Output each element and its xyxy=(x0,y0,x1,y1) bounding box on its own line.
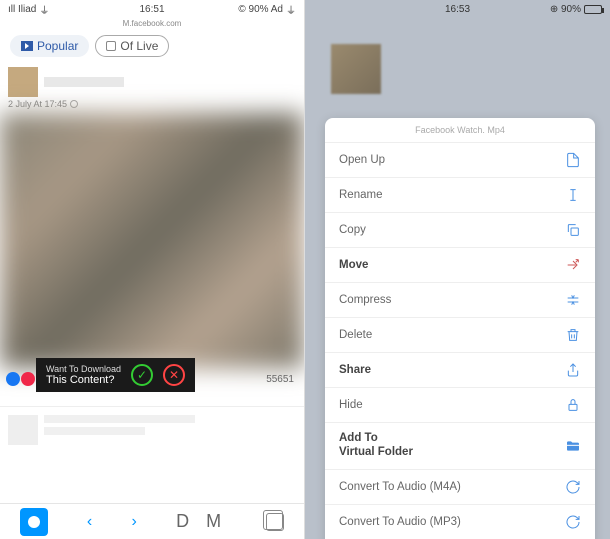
author-name-redacted xyxy=(44,77,124,87)
menu-item-refresh[interactable]: Convert To Audio (MP3) xyxy=(325,505,595,539)
menu-item-file[interactable]: Open Up xyxy=(325,143,595,178)
reactions-row: Want To Download This Content? ✓ ✕ 55651 xyxy=(0,368,304,390)
refresh-icon xyxy=(565,514,581,530)
tab-label: Popular xyxy=(37,39,78,53)
file-thumbnail[interactable] xyxy=(331,44,381,94)
back-button[interactable]: ‹ xyxy=(87,513,92,531)
menu-item-label: Move xyxy=(339,259,368,271)
reaction-count: 55651 xyxy=(266,374,304,385)
menu-item-label: Delete xyxy=(339,329,372,341)
battery-label: © 90% Ad xyxy=(238,4,283,15)
menu-title: Facebook Watch. Mp4 xyxy=(325,118,595,143)
menu-item-compress[interactable]: Compress xyxy=(325,283,595,318)
post-meta: 2 July At 17:45 xyxy=(0,99,304,113)
menu-item-label: Add To Virtual Folder xyxy=(339,432,413,460)
tab-label: Of Live xyxy=(120,39,158,53)
globe-icon xyxy=(70,100,78,108)
avatar[interactable] xyxy=(8,67,38,97)
download-line2: This Content? xyxy=(46,374,121,386)
status-time: 16:51 xyxy=(139,4,164,15)
status-time: 16:53 xyxy=(445,4,470,15)
love-icon xyxy=(21,372,35,386)
download-decline-button[interactable]: ✕ xyxy=(163,364,185,386)
move-icon xyxy=(565,257,581,273)
avatar xyxy=(8,415,38,445)
wifi-icon: ⏚ xyxy=(286,2,296,17)
tabs-button[interactable] xyxy=(266,513,284,531)
compress-icon xyxy=(565,292,581,308)
forward-button[interactable]: › xyxy=(131,513,136,531)
wifi-icon: ⏚ xyxy=(39,2,49,17)
menu-item-trash[interactable]: Delete xyxy=(325,318,595,353)
menu-item-refresh[interactable]: Convert To Audio (M4A) xyxy=(325,470,595,505)
lock-icon xyxy=(565,397,581,413)
download-line1: Want To Download xyxy=(46,364,121,374)
menu-item-label: Copy xyxy=(339,224,366,236)
redacted-line xyxy=(44,427,145,435)
rename-icon xyxy=(565,187,581,203)
post-timestamp: 2 July At 17:45 xyxy=(8,99,67,109)
menu-item-copy[interactable]: Copy xyxy=(325,213,595,248)
live-icon xyxy=(106,41,116,51)
folder-icon xyxy=(565,438,581,454)
menu-item-label: Share xyxy=(339,364,371,376)
left-screen: ıll Iliad ⏚ 16:51 © 90% Ad ⏚ M.facebook.… xyxy=(0,0,305,539)
download-prompt: Want To Download This Content? ✓ ✕ xyxy=(36,358,195,392)
menu-item-rename[interactable]: Rename xyxy=(325,178,595,213)
page-url: M.facebook.com xyxy=(0,18,304,29)
menu-item-lock[interactable]: Hide xyxy=(325,388,595,423)
menu-item-label: Open Up xyxy=(339,154,385,166)
browser-bottom-bar: ‹ › D M xyxy=(0,503,304,539)
download-accept-button[interactable]: ✓ xyxy=(131,364,153,386)
menu-item-label: Rename xyxy=(339,189,382,201)
video-thumbnail[interactable] xyxy=(0,113,304,368)
post-header xyxy=(0,63,304,99)
status-bar-left: ıll Iliad ⏚ 16:51 © 90% Ad ⏚ xyxy=(0,0,304,18)
refresh-icon xyxy=(565,479,581,495)
menu-item-label: Convert To Audio (MP3) xyxy=(339,516,461,528)
next-post-preview[interactable] xyxy=(0,406,304,453)
menu-item-label: Hide xyxy=(339,399,363,411)
trash-icon xyxy=(565,327,581,343)
menu-item-folder[interactable]: Add To Virtual Folder xyxy=(325,423,595,470)
feed-tabs: Popular Of Live xyxy=(0,29,304,63)
right-screen: 16:53 ⊕ 90% Facebook Watch. Mp4 Open Up R… xyxy=(305,0,610,539)
file-icon xyxy=(565,152,581,168)
tab-popular[interactable]: Popular xyxy=(10,35,89,57)
home-button[interactable] xyxy=(20,508,48,536)
copy-icon xyxy=(565,222,581,238)
context-menu: Facebook Watch. Mp4 Open Up Rename Copy Mov… xyxy=(325,118,595,539)
share-icon xyxy=(565,362,581,378)
redacted-line xyxy=(44,415,195,423)
mode-letters: D M xyxy=(176,511,227,532)
like-icon xyxy=(6,372,20,386)
battery-icon xyxy=(584,5,602,14)
play-icon xyxy=(21,41,33,51)
menu-item-move[interactable]: Move xyxy=(325,248,595,283)
menu-item-share[interactable]: Share xyxy=(325,353,595,388)
menu-item-label: Compress xyxy=(339,294,391,306)
carrier-label: ıll Iliad xyxy=(8,4,36,15)
battery-label: ⊕ 90% xyxy=(550,4,581,15)
menu-item-label: Convert To Audio (M4A) xyxy=(339,481,461,493)
status-bar-right: 16:53 ⊕ 90% xyxy=(305,0,610,18)
tab-live[interactable]: Of Live xyxy=(95,35,169,57)
